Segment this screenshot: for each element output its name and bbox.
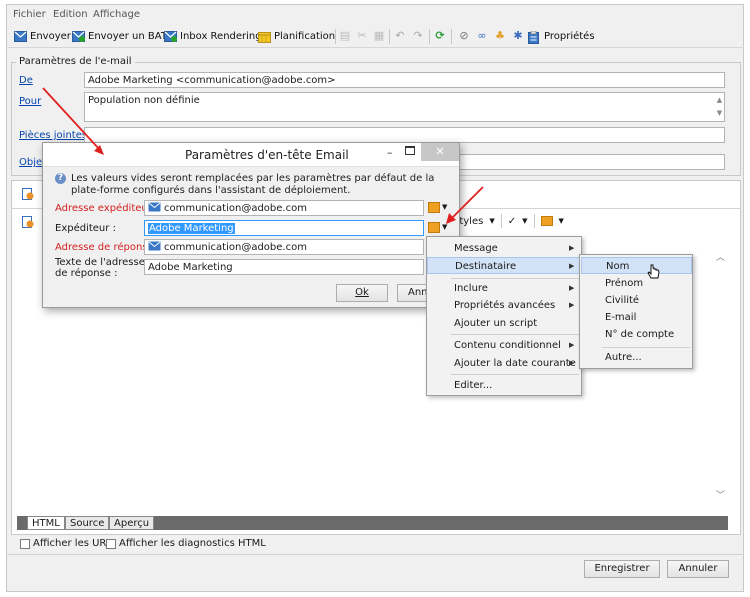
submenu-item-account-number[interactable]: N° de compte <box>580 326 692 343</box>
menu-item-label: Inclure <box>454 283 488 294</box>
submenu-item-other[interactable]: Autre... <box>580 349 692 366</box>
submenu-item-firstname[interactable]: Prénom <box>580 275 692 292</box>
menu-separator <box>602 347 690 348</box>
menu-item-recipient[interactable]: Destinataire ▶ <box>427 257 581 274</box>
menu-item-add-current-date[interactable]: Ajouter la date courante ▶ <box>427 355 581 372</box>
chevron-right-icon: ▶ <box>569 341 575 349</box>
menu-separator <box>451 374 579 375</box>
submenu-item-label: Nom <box>606 261 630 272</box>
menu-separator <box>451 278 579 279</box>
chevron-right-icon: ▶ <box>569 284 575 292</box>
menu-item-edit[interactable]: Editer... <box>427 377 581 394</box>
chevron-right-icon: ▶ <box>569 359 575 367</box>
menu-separator <box>451 334 579 335</box>
chevron-right-icon: ▶ <box>569 262 575 270</box>
recipient-submenu: Nom Prénom Civilité E-mail N° de compte … <box>579 254 693 369</box>
submenu-item-email[interactable]: E-mail <box>580 309 692 326</box>
arrow-head <box>94 145 104 155</box>
chevron-right-icon: ▶ <box>569 244 575 252</box>
menu-item-label: Ajouter la date courante <box>454 358 576 369</box>
menu-item-add-script[interactable]: Ajouter un script <box>427 315 581 332</box>
submenu-item-title[interactable]: Civilité <box>580 292 692 309</box>
submenu-item-name[interactable]: Nom <box>581 257 692 274</box>
menu-item-label: Contenu conditionnel <box>454 340 561 351</box>
menu-item-advanced-properties[interactable]: Propriétés avancées ▶ <box>427 297 581 314</box>
personalization-menu: Message ▶ Destinataire ▶ Inclure ▶ Propriét… <box>426 236 582 396</box>
chevron-right-icon: ▶ <box>569 301 575 309</box>
menu-item-label: Message <box>454 243 498 254</box>
menu-item-message[interactable]: Message ▶ <box>427 240 581 257</box>
menu-item-label: Destinataire <box>455 261 517 272</box>
menu-item-include[interactable]: Inclure ▶ <box>427 280 581 297</box>
menu-item-label: Propriétés avancées <box>454 300 556 311</box>
arrow-to-dialog <box>42 87 101 151</box>
arrow-to-menu <box>450 186 484 220</box>
menu-item-conditional-content[interactable]: Contenu conditionnel ▶ <box>427 337 581 354</box>
hand-cursor-icon <box>647 264 660 279</box>
